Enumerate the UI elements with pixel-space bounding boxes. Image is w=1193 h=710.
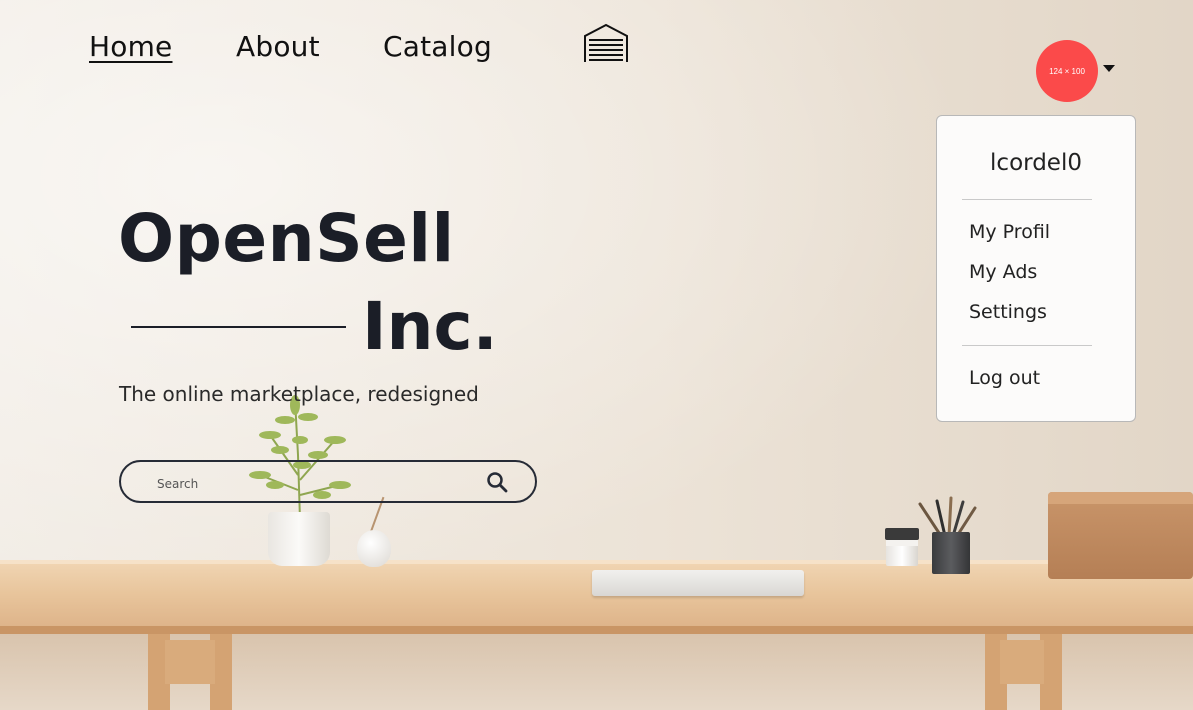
dropdown-username: lcordel0 (990, 150, 1082, 176)
menu-item-my-ads[interactable]: My Ads (969, 261, 1037, 283)
vase-image (357, 530, 391, 567)
cup-lid (885, 528, 919, 540)
desk-front (0, 626, 1193, 634)
desk-brace (1000, 640, 1044, 684)
dropdown-divider (962, 199, 1092, 200)
menu-item-settings[interactable]: Settings (969, 301, 1047, 323)
nav-about-link[interactable]: About (236, 30, 320, 63)
search-icon[interactable] (486, 471, 508, 493)
cup-band (886, 540, 918, 546)
dropdown-divider (962, 345, 1092, 346)
hero-title-line2: Inc. (362, 288, 498, 365)
plant-pot (268, 512, 330, 566)
storefront-icon[interactable] (582, 22, 630, 64)
pencils-image (918, 496, 977, 536)
chevron-down-icon[interactable] (1103, 65, 1115, 72)
laptop-image (592, 570, 804, 596)
desk-edge (0, 560, 1193, 564)
user-dropdown-menu: lcordel0 My Profil My Ads Settings Log o… (936, 115, 1136, 422)
wooden-box-lid (1048, 492, 1193, 504)
nav-catalog-link[interactable]: Catalog (383, 30, 492, 63)
menu-item-my-profil[interactable]: My Profil (969, 221, 1050, 243)
desk-brace (165, 640, 215, 684)
pencil-holder (932, 532, 970, 574)
hero-title-line1: OpenSell (118, 200, 455, 277)
search-bar (119, 460, 537, 503)
search-input[interactable] (155, 473, 479, 495)
hero-title-rule (131, 326, 346, 328)
hero-subtitle: The online marketplace, redesigned (119, 382, 479, 406)
wooden-box (1048, 492, 1193, 579)
avatar[interactable]: 124 × 100 (1036, 40, 1098, 102)
menu-item-logout[interactable]: Log out (969, 367, 1040, 389)
nav-home-link[interactable]: Home (89, 30, 173, 63)
